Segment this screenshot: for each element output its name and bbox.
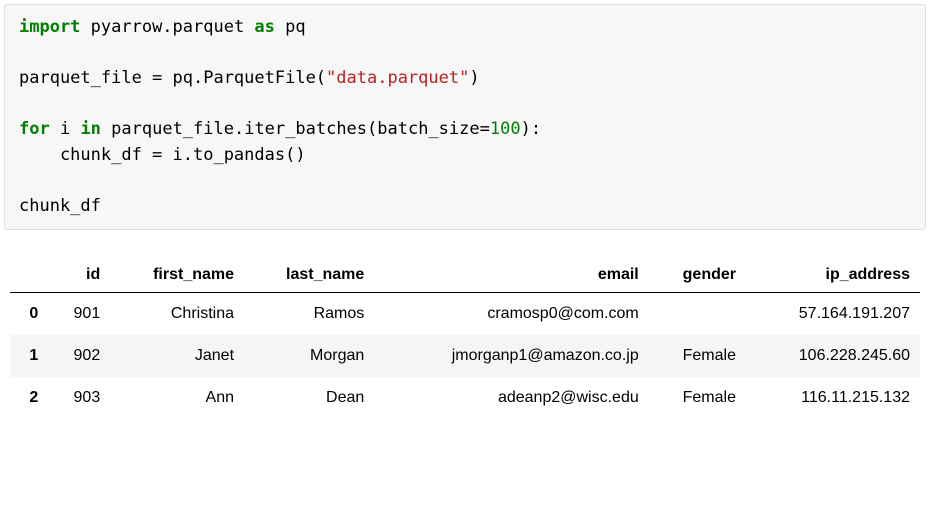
- cell-last-name: Morgan: [244, 335, 374, 377]
- table-row: 2 903 Ann Dean adeanp2@wisc.edu Female 1…: [10, 377, 920, 419]
- table-body: 0 901 Christina Ramos cramosp0@com.com 5…: [10, 293, 920, 420]
- code-text: parquet_file.iter_batches(batch_size=: [101, 119, 490, 139]
- cell-ip-address: 116.11.215.132: [746, 377, 920, 419]
- index-header: [10, 254, 48, 293]
- cell-id: 901: [48, 293, 110, 336]
- table-row: 0 901 Christina Ramos cramosp0@com.com 5…: [10, 293, 920, 336]
- code-cell[interactable]: import pyarrow.parquet as pq parquet_fil…: [4, 4, 926, 230]
- output-area: id first_name last_name email gender ip_…: [0, 234, 930, 429]
- column-header: first_name: [110, 254, 244, 293]
- string-literal: "data.parquet": [326, 68, 469, 88]
- table-header: id first_name last_name email gender ip_…: [10, 254, 920, 293]
- code-text: ): [469, 68, 479, 88]
- cell-id: 902: [48, 335, 110, 377]
- cell-first-name: Janet: [110, 335, 244, 377]
- keyword-as: as: [254, 17, 274, 37]
- alias: pq: [275, 17, 306, 37]
- module-name: pyarrow.parquet: [80, 17, 254, 37]
- header-row: id first_name last_name email gender ip_…: [10, 254, 920, 293]
- column-header: id: [48, 254, 110, 293]
- code-text: i: [50, 119, 81, 139]
- cell-id: 903: [48, 377, 110, 419]
- number-literal: 100: [490, 119, 521, 139]
- cell-last-name: Dean: [244, 377, 374, 419]
- keyword-for: for: [19, 119, 50, 139]
- column-header: email: [374, 254, 648, 293]
- row-index: 2: [10, 377, 48, 419]
- cell-gender: Female: [649, 335, 746, 377]
- table-row: 1 902 Janet Morgan jmorganp1@amazon.co.j…: [10, 335, 920, 377]
- keyword-import: import: [19, 17, 80, 37]
- keyword-in: in: [80, 119, 100, 139]
- cell-gender: Female: [649, 377, 746, 419]
- column-header: ip_address: [746, 254, 920, 293]
- cell-email: jmorganp1@amazon.co.jp: [374, 335, 648, 377]
- row-index: 1: [10, 335, 48, 377]
- dataframe-table: id first_name last_name email gender ip_…: [10, 254, 920, 419]
- column-header: gender: [649, 254, 746, 293]
- row-index: 0: [10, 293, 48, 336]
- cell-ip-address: 57.164.191.207: [746, 293, 920, 336]
- code-text: ):: [521, 119, 541, 139]
- code-text: chunk_df = i.to_pandas(): [19, 145, 306, 165]
- cell-first-name: Ann: [110, 377, 244, 419]
- cell-first-name: Christina: [110, 293, 244, 336]
- cell-last-name: Ramos: [244, 293, 374, 336]
- cell-ip-address: 106.228.245.60: [746, 335, 920, 377]
- column-header: last_name: [244, 254, 374, 293]
- cell-gender: [649, 293, 746, 336]
- code-text: chunk_df: [19, 196, 101, 216]
- cell-email: adeanp2@wisc.edu: [374, 377, 648, 419]
- code-text: parquet_file = pq.ParquetFile(: [19, 68, 326, 88]
- cell-email: cramosp0@com.com: [374, 293, 648, 336]
